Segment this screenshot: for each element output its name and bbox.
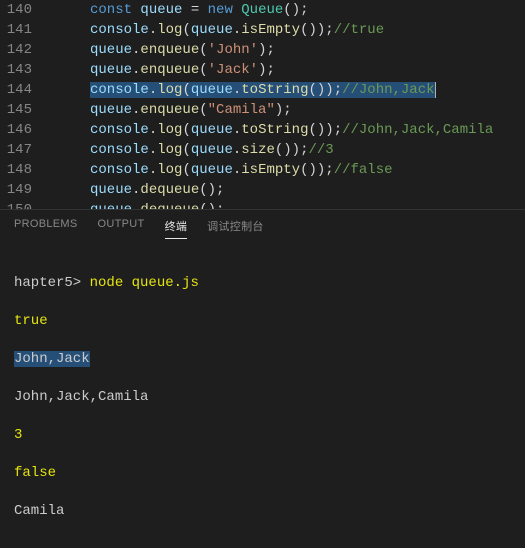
code-text: queue.dequeue();	[50, 180, 525, 200]
terminal-line: 3	[14, 426, 511, 445]
line-number: 143	[0, 60, 50, 80]
code-text: queue.enqueue('Jack');	[50, 60, 525, 80]
code-text: console.log(queue.toString());//John,Jac…	[50, 80, 525, 100]
code-line[interactable]: 150 queue.dequeue();	[0, 200, 525, 209]
terminal-line: true	[14, 312, 511, 331]
code-line[interactable]: 145 queue.enqueue("Camila");	[0, 100, 525, 120]
line-number: 148	[0, 160, 50, 180]
terminal-line: Camila	[14, 502, 511, 521]
terminal-line: John,Jack,Camila	[14, 388, 511, 407]
terminal-output[interactable]: hapter5> node queue.js true John,Jack Jo…	[0, 247, 525, 548]
code-text: console.log(queue.size());//3	[50, 140, 525, 160]
panel-tabs: PROBLEMS OUTPUT 终端 调试控制台	[0, 210, 525, 247]
code-line[interactable]: 144 console.log(queue.toString());//John…	[0, 80, 525, 100]
terminal-line: false	[14, 464, 511, 483]
code-text: queue.dequeue();	[50, 200, 525, 209]
code-line[interactable]: 149 queue.dequeue();	[0, 180, 525, 200]
line-number: 149	[0, 180, 50, 200]
code-text: queue.enqueue('John');	[50, 40, 525, 60]
code-line[interactable]: 143 queue.enqueue('Jack');	[0, 60, 525, 80]
line-number: 145	[0, 100, 50, 120]
tab-debug-console[interactable]: 调试控制台	[207, 218, 264, 239]
tab-problems[interactable]: PROBLEMS	[14, 218, 78, 239]
line-number: 146	[0, 120, 50, 140]
line-number: 144	[0, 80, 50, 100]
line-number: 141	[0, 20, 50, 40]
code-line[interactable]: 146 console.log(queue.toString());//John…	[0, 120, 525, 140]
code-line[interactable]: 142 queue.enqueue('John');	[0, 40, 525, 60]
tab-terminal[interactable]: 终端	[165, 218, 188, 239]
line-number: 150	[0, 200, 50, 209]
code-text: console.log(queue.isEmpty());//true	[50, 20, 525, 40]
code-text: const queue = new Queue();	[50, 0, 525, 20]
terminal-line: hapter5> node queue.js	[14, 274, 511, 293]
code-editor[interactable]: 140 const queue = new Queue(); 141 conso…	[0, 0, 525, 209]
code-text: queue.enqueue("Camila");	[50, 100, 525, 120]
line-number: 140	[0, 0, 50, 20]
line-number: 142	[0, 40, 50, 60]
line-number: 147	[0, 140, 50, 160]
code-text: console.log(queue.isEmpty());//false	[50, 160, 525, 180]
code-line[interactable]: 141 console.log(queue.isEmpty());//true	[0, 20, 525, 40]
terminal-line: John,Jack	[14, 350, 511, 369]
code-line[interactable]: 148 console.log(queue.isEmpty());//false	[0, 160, 525, 180]
code-line[interactable]: 147 console.log(queue.size());//3	[0, 140, 525, 160]
code-line[interactable]: 140 const queue = new Queue();	[0, 0, 525, 20]
code-text: console.log(queue.toString());//John,Jac…	[50, 120, 525, 140]
tab-output[interactable]: OUTPUT	[98, 218, 145, 239]
